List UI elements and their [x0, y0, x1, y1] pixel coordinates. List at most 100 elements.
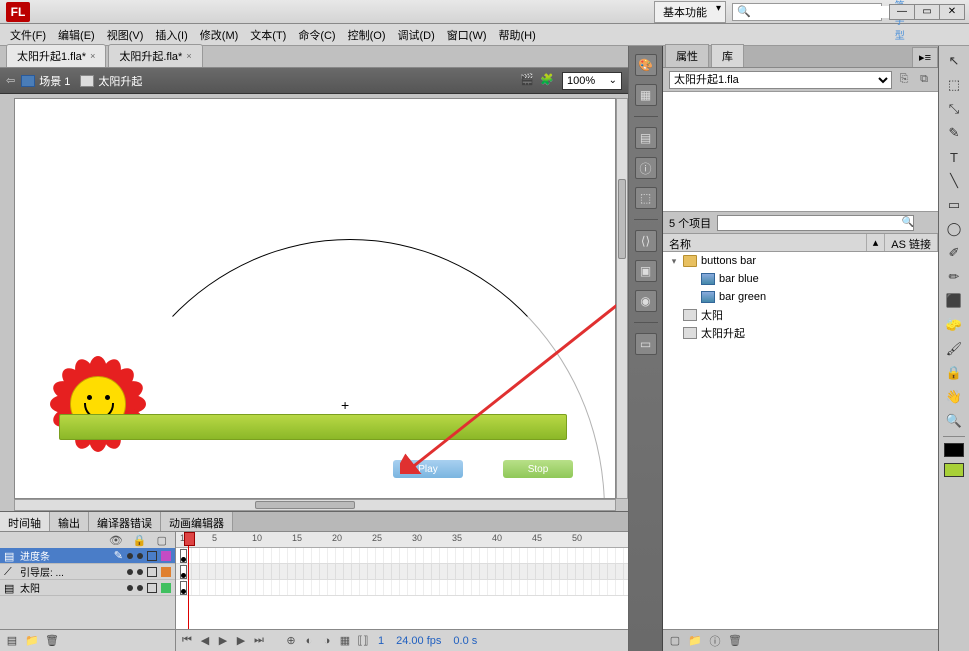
lib-item-1[interactable]: bar blue — [663, 270, 938, 288]
tool-3[interactable]: ✎ — [942, 122, 966, 144]
close-tab-icon[interactable]: × — [90, 51, 95, 61]
menu-2[interactable]: 视图(V) — [101, 25, 150, 45]
center-frame-button[interactable]: ⊕ — [284, 634, 298, 648]
outline-icon[interactable]: ▢ — [157, 534, 167, 547]
stroke-swatch[interactable] — [944, 443, 964, 457]
tool-0[interactable]: ↖ — [942, 50, 966, 72]
doc-tab-0[interactable]: 太阳升起1.fla*× — [6, 44, 106, 67]
new-folder-button[interactable]: 📁 — [687, 633, 703, 649]
play-button[interactable]: Play — [393, 460, 463, 478]
col-name[interactable]: 名称 — [663, 234, 867, 251]
tool-7[interactable]: ◯ — [942, 218, 966, 240]
fill-swatch[interactable] — [944, 463, 964, 477]
color-panel-icon[interactable]: 🎨 — [635, 54, 657, 76]
tool-5[interactable]: ╲ — [942, 170, 966, 192]
tl-tab-0[interactable]: 时间轴 — [0, 512, 50, 531]
delete-button[interactable]: 🗑 — [727, 633, 743, 649]
library-search[interactable] — [717, 215, 913, 231]
h-scrollbar[interactable] — [14, 499, 616, 511]
library-tab[interactable]: 库 — [711, 44, 744, 67]
project-panel-icon[interactable]: ▭ — [635, 333, 657, 355]
new-folder-button[interactable]: 📁 — [24, 633, 40, 649]
tool-6[interactable]: ▭ — [942, 194, 966, 216]
maximize-button[interactable]: ▭ — [914, 4, 940, 20]
edit-scene-icon[interactable]: 🎬 — [520, 73, 536, 89]
menu-7[interactable]: 控制(O) — [342, 25, 392, 45]
code-panel-icon[interactable]: ⟨⟩ — [635, 230, 657, 252]
menu-6[interactable]: 命令(C) — [292, 25, 341, 45]
properties-tab[interactable]: 属性 — [665, 44, 709, 67]
menu-1[interactable]: 编辑(E) — [52, 25, 101, 45]
delete-layer-button[interactable]: 🗑 — [44, 633, 60, 649]
new-library-icon[interactable]: ⧉ — [916, 72, 932, 88]
clip-name[interactable]: 太阳升起 — [98, 73, 142, 89]
menu-9[interactable]: 窗口(W) — [441, 25, 493, 45]
prev-frame-button[interactable]: ◀ — [198, 634, 212, 648]
next-frame-button[interactable]: ▶ — [234, 634, 248, 648]
onion-markers-button[interactable]: ⟦⟧ — [356, 634, 370, 648]
frames-area[interactable]: 15101520253035404550 ⏮ ◀ ▶ ▶ ⏭ ⊕ ◐ ◑ — [176, 532, 628, 651]
menu-5[interactable]: 文本(T) — [244, 25, 292, 45]
stop-button[interactable]: Stop — [503, 460, 573, 478]
close-button[interactable]: ✕ — [939, 4, 965, 20]
tl-tab-1[interactable]: 输出 — [50, 512, 89, 531]
motion-panel-icon[interactable]: ◉ — [635, 290, 657, 312]
frame-ruler[interactable]: 15101520253035404550 — [176, 532, 628, 548]
layer-row-0[interactable]: ▤进度条✎ — [0, 548, 175, 564]
tool-13[interactable]: 🔒 — [942, 362, 966, 384]
edit-symbol-icon[interactable]: 🧩 — [540, 73, 556, 89]
tool-11[interactable]: 🧽 — [942, 314, 966, 336]
menu-10[interactable]: 帮助(H) — [493, 25, 542, 45]
stage[interactable]: + Play Stop — [14, 98, 616, 499]
col-sort-icon[interactable]: ▴ — [867, 234, 886, 251]
library-list[interactable]: ▾buttons barbar bluebar green太阳太阳升起 — [663, 252, 938, 629]
first-frame-button[interactable]: ⏮ — [180, 634, 194, 648]
v-scrollbar[interactable] — [616, 98, 628, 499]
tool-2[interactable]: ⤡ — [942, 98, 966, 120]
back-button[interactable]: ⇦ — [6, 74, 15, 87]
zoom-dropdown[interactable]: 100% — [562, 72, 622, 90]
doc-tab-1[interactable]: 太阳升起.fla*× — [108, 44, 202, 67]
lock-icon[interactable]: 🔒 — [133, 534, 147, 547]
search-box[interactable]: 🔍 五笔字型 — [732, 3, 882, 21]
layer-row-2[interactable]: ▤太阳 — [0, 580, 175, 596]
visibility-icon[interactable]: 👁 — [109, 534, 123, 547]
tool-9[interactable]: ✏ — [942, 266, 966, 288]
edit-multiple-button[interactable]: ▦ — [338, 634, 352, 648]
tool-14[interactable]: 👋 — [942, 386, 966, 408]
play-timeline-button[interactable]: ▶ — [216, 634, 230, 648]
tl-tab-2[interactable]: 编译器错误 — [89, 512, 161, 531]
tool-1[interactable]: ⬚ — [942, 74, 966, 96]
col-linkage[interactable]: AS 链接 — [885, 234, 938, 251]
swatches-panel-icon[interactable]: ▦ — [635, 84, 657, 106]
lib-item-4[interactable]: 太阳升起 — [663, 324, 938, 342]
search-input[interactable] — [753, 6, 895, 18]
progress-bar-symbol[interactable] — [59, 414, 567, 440]
transform-panel-icon[interactable]: ⬚ — [635, 187, 657, 209]
menu-0[interactable]: 文件(F) — [4, 25, 52, 45]
menu-4[interactable]: 修改(M) — [194, 25, 245, 45]
onion-outline-button[interactable]: ◑ — [320, 634, 334, 648]
close-tab-icon[interactable]: × — [186, 51, 191, 61]
new-symbol-button[interactable]: ▢ — [667, 633, 683, 649]
new-layer-button[interactable]: ▤ — [4, 633, 20, 649]
align-panel-icon[interactable]: ▤ — [635, 127, 657, 149]
tool-4[interactable]: T — [942, 146, 966, 168]
onion-skin-button[interactable]: ◐ — [302, 634, 316, 648]
lib-item-2[interactable]: bar green — [663, 288, 938, 306]
layer-row-1[interactable]: ⟋引导层: ... — [0, 564, 175, 580]
menu-8[interactable]: 调试(D) — [392, 25, 441, 45]
tool-10[interactable]: ⬛ — [942, 290, 966, 312]
panel-options-icon[interactable]: ▸≡ — [912, 47, 938, 67]
last-frame-button[interactable]: ⏭ — [252, 634, 266, 648]
minimize-button[interactable]: — — [889, 4, 915, 20]
tool-12[interactable]: 🖌 — [942, 338, 966, 360]
pin-library-icon[interactable]: ⎘ — [896, 72, 912, 88]
info-panel-icon[interactable]: ⓘ — [635, 157, 657, 179]
tool-8[interactable]: ✐ — [942, 242, 966, 264]
properties-button[interactable]: ⓘ — [707, 633, 723, 649]
components-panel-icon[interactable]: ▣ — [635, 260, 657, 282]
scene-name[interactable]: 场景 1 — [39, 73, 70, 89]
tool-15[interactable]: 🔍 — [942, 410, 966, 432]
menu-3[interactable]: 插入(I) — [149, 25, 193, 45]
